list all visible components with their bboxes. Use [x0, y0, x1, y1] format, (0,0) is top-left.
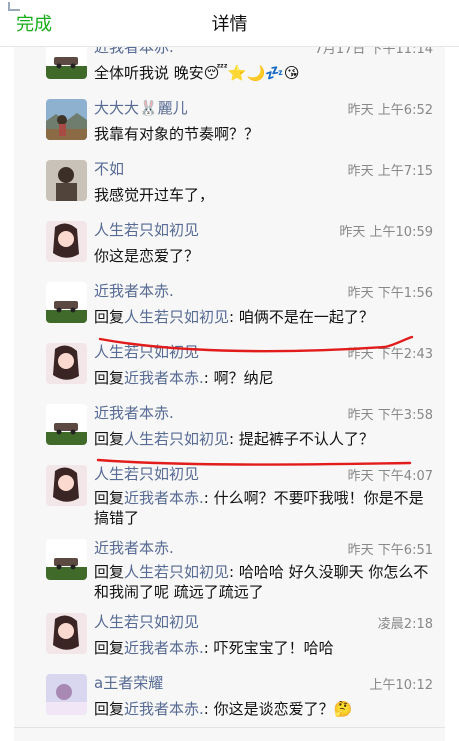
avatar[interactable]	[46, 539, 87, 580]
comment-text: 回复人生若只如初见: 咱俩不是在一起了？	[94, 307, 437, 327]
timestamp: 昨天 下午1:56	[347, 286, 433, 301]
avatar[interactable]	[46, 46, 87, 79]
comment-text: 你这是恋爱了？	[94, 247, 200, 265]
timestamp: 凌晨2:18	[377, 617, 433, 632]
timestamp: 昨天 下午3:58	[347, 408, 433, 423]
avatar[interactable]	[46, 282, 87, 323]
reply-prefix: 回复	[94, 369, 125, 387]
comment-list[interactable]: 近我者本赤. 7月17日 下午11:14 全体听我说 晚安😴⭐🌙💤😘 大大大🐰麗…	[14, 46, 445, 741]
reply-target[interactable]: 人生若只如初见	[124, 563, 229, 581]
author-name[interactable]: a王者荣耀	[94, 672, 163, 693]
reply-target[interactable]: 近我者本赤.	[124, 489, 204, 507]
author-name[interactable]: 近我者本赤.	[94, 280, 174, 301]
list-item: 人生若只如初见 凌晨2:18 回复近我者本赤.: 吓死宝宝了！哈哈	[14, 605, 445, 667]
avatar[interactable]	[46, 465, 87, 506]
avatar[interactable]	[46, 613, 87, 654]
avatar[interactable]	[46, 404, 87, 445]
timestamp: 7月17日 下午11:14	[314, 46, 433, 57]
author-name[interactable]: 近我者本赤.	[94, 537, 174, 558]
timestamp: 昨天 上午7:15	[347, 164, 433, 179]
comment-text: 回复近我者本赤.: 你这是谈恋爱了？🤔	[94, 699, 437, 719]
reply-target[interactable]: 近我者本赤.	[124, 700, 204, 718]
left-marker-icon	[8, 2, 20, 11]
list-item: 近我者本赤. 昨天 下午3:58 回复人生若只如初见: 提起裤子不认人了？	[14, 396, 445, 458]
avatar[interactable]	[46, 343, 87, 384]
list-item: 人生若只如初见 昨天 下午2:43 回复近我者本赤.: 啊？纳尼	[14, 335, 445, 397]
comment-text: 我靠有对象的节奏啊？？	[94, 125, 260, 143]
reply-prefix: 回复	[94, 700, 125, 718]
comment-text: 我感觉开过车了，	[94, 186, 215, 204]
avatar[interactable]	[46, 674, 87, 715]
timestamp: 昨天 下午4:07	[347, 469, 433, 484]
list-item: 人生若只如初见 昨天 上午10:59 你这是恋爱了？	[14, 213, 445, 275]
avatar[interactable]	[46, 99, 87, 140]
comment-text: 回复人生若只如初见: 哈哈哈 好久没聊天 你怎么不和我闹了呢 疏远了疏远了	[94, 562, 437, 602]
author-name[interactable]: 近我者本赤.	[94, 402, 174, 423]
comment-text: 回复近我者本赤.: 什么啊？不要吓我哦！你是不是搞错了	[94, 488, 437, 528]
list-item: 大大大🐰麗儿 昨天 上午6:52 我靠有对象的节奏啊？？	[14, 91, 445, 153]
timestamp: 昨天 上午10:59	[339, 225, 433, 240]
reply-content: : 吓死宝宝了！哈哈	[203, 639, 334, 657]
reply-prefix: 回复	[94, 639, 125, 657]
list-item: 人生若只如初见 昨天 下午4:07 回复近我者本赤.: 什么啊？不要吓我哦！你是…	[14, 457, 445, 532]
author-name[interactable]: 大大大🐰麗儿	[94, 97, 188, 118]
timestamp: 昨天 下午2:43	[347, 347, 433, 362]
reply-target[interactable]: 近我者本赤.	[124, 639, 204, 657]
avatar[interactable]	[46, 160, 87, 201]
timestamp: 昨天 上午6:52	[347, 103, 433, 118]
comment-text: 全体听我说 晚安😴⭐🌙💤😘	[94, 64, 300, 82]
author-name[interactable]: 人生若只如初见	[94, 463, 199, 484]
page-title: 详情	[211, 14, 248, 35]
reply-content: : 啊？纳尼	[203, 369, 274, 387]
timestamp: 昨天 下午6:51	[347, 543, 433, 558]
list-item: 近我者本赤. 昨天 下午6:51 回复人生若只如初见: 哈哈哈 好久没聊天 你怎…	[14, 531, 445, 606]
comment-text: 回复近我者本赤.: 吓死宝宝了！哈哈	[94, 638, 437, 658]
reply-prefix: 回复	[94, 430, 125, 448]
timestamp: 上午10:12	[369, 678, 433, 693]
author-name[interactable]: 人生若只如初见	[94, 611, 199, 632]
reply-content: : 咱俩不是在一起了？	[229, 308, 374, 326]
list-item: 近我者本赤. 昨天 下午1:56 回复人生若只如初见: 咱俩不是在一起了？	[14, 274, 445, 336]
list-item: 近我者本赤. 7月17日 下午11:14 全体听我说 晚安😴⭐🌙💤😘	[14, 46, 445, 92]
reply-content: : 你这是谈恋爱了？🤔	[203, 700, 353, 718]
reply-content: : 提起裤子不认人了？	[229, 430, 374, 448]
comment-text: 回复近我者本赤.: 啊？纳尼	[94, 368, 437, 388]
header-bar: 完成 详情	[0, 0, 459, 47]
reply-prefix: 回复	[94, 563, 125, 581]
list-item: a王者荣耀 上午10:12 回复近我者本赤.: 你这是谈恋爱了？🤔	[14, 666, 445, 728]
author-name[interactable]: 人生若只如初见	[94, 219, 199, 240]
comment-text: 回复人生若只如初见: 提起裤子不认人了？	[94, 429, 437, 449]
avatar[interactable]	[46, 221, 87, 262]
reply-target[interactable]: 人生若只如初见	[124, 430, 229, 448]
author-name[interactable]: 不如	[94, 158, 124, 179]
author-name[interactable]: 近我者本赤.	[94, 46, 174, 57]
reply-prefix: 回复	[94, 489, 125, 507]
author-name[interactable]: 人生若只如初见	[94, 341, 199, 362]
list-item: 不如 昨天 上午7:15 我感觉开过车了，	[14, 152, 445, 214]
reply-target[interactable]: 人生若只如初见	[124, 308, 229, 326]
reply-prefix: 回复	[94, 308, 125, 326]
reply-target[interactable]: 近我者本赤.	[124, 369, 204, 387]
